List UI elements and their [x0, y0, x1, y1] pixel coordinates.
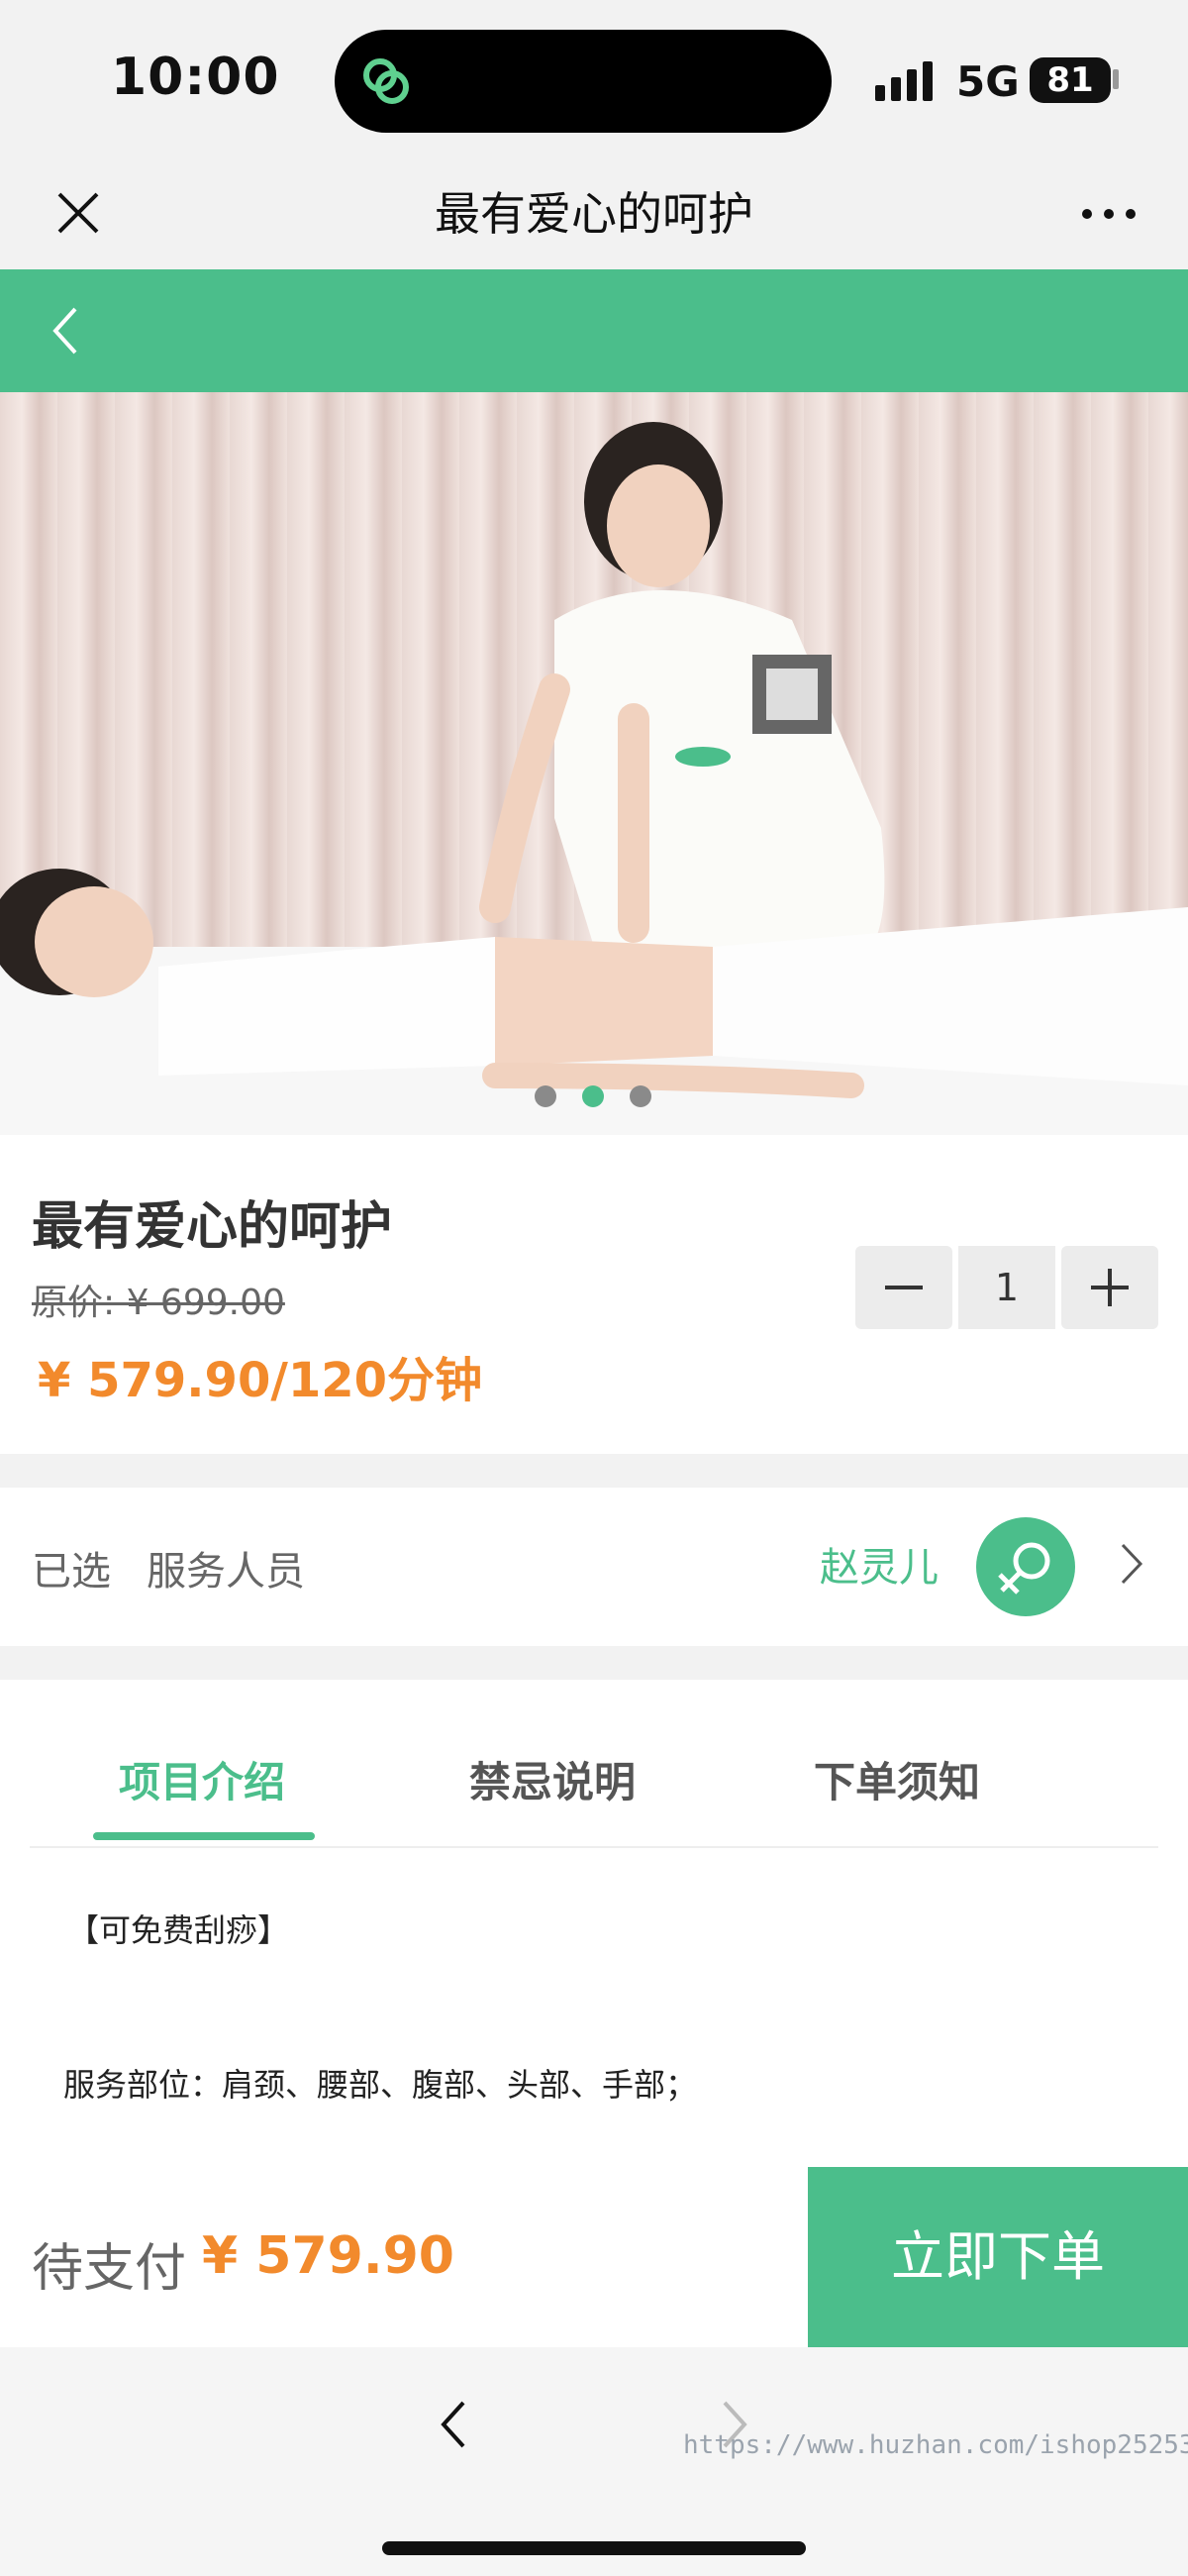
pay-label: 待支付: [32, 2239, 187, 2299]
product-banner[interactable]: [0, 392, 1188, 1135]
signal-icon: [875, 61, 933, 101]
chevron-left-icon[interactable]: [46, 303, 85, 359]
original-price: 原价: ¥ 699.00: [32, 1283, 285, 1323]
status-time: 10:00: [111, 48, 280, 107]
carousel-dot[interactable]: [630, 1085, 651, 1107]
quantity-value[interactable]: 1: [958, 1246, 1055, 1329]
browser-toolbar: https://www.huzhan.com/ishop25253: [0, 2347, 1188, 2576]
staff-label: 服务人员: [147, 1549, 305, 1595]
home-indicator[interactable]: [382, 2541, 806, 2555]
detail-section: 项目介绍 禁忌说明 下单须知 【可免费刮痧】 服务部位：肩颈、腰部、腹部、头部、…: [0, 1680, 1188, 2167]
status-bar: 10:00 5G 81: [0, 0, 1188, 158]
increase-button[interactable]: [1061, 1246, 1158, 1329]
product-info: 最有爱心的呵护 原价: ¥ 699.00 ¥ 579.90/120分钟 1: [0, 1135, 1188, 1454]
page-title: 最有爱心的呵护: [435, 187, 753, 241]
divider: [30, 1846, 1158, 1848]
avatar[interactable]: [976, 1517, 1075, 1616]
close-icon[interactable]: [53, 188, 103, 238]
carousel-dot-active[interactable]: [582, 1085, 604, 1107]
network-type: 5G: [956, 57, 1020, 106]
pay-amount: ¥ 579.90: [202, 2226, 454, 2286]
battery-level: 81: [1046, 60, 1094, 100]
minus-icon: [885, 1286, 923, 1289]
quantity-stepper: 1: [855, 1246, 1158, 1329]
chevron-right-icon[interactable]: [1117, 1539, 1146, 1589]
female-symbol-icon: [998, 1542, 1050, 1595]
dynamic-island: [335, 30, 832, 133]
tab-order-notice[interactable]: 下单须知: [814, 1749, 980, 1809]
sale-price: ¥ 579.90/120分钟: [38, 1353, 483, 1408]
order-now-button[interactable]: 立即下单: [808, 2167, 1188, 2347]
tab-contraindications[interactable]: 禁忌说明: [469, 1749, 636, 1809]
app-logo-icon: [363, 58, 409, 104]
decrease-button[interactable]: [855, 1246, 952, 1329]
tab-active-indicator: [93, 1832, 315, 1840]
carousel-dot[interactable]: [535, 1085, 556, 1107]
carousel-dots: [535, 1085, 653, 1109]
battery-icon: 81: [1030, 57, 1111, 103]
product-title: 最有爱心的呵护: [32, 1197, 393, 1257]
page-header: [0, 269, 1188, 392]
tab-project-intro[interactable]: 项目介绍: [119, 1749, 285, 1809]
wechat-nav-bar: 最有爱心的呵护: [0, 158, 1188, 269]
checkout-bar: 待支付 ¥ 579.90 立即下单: [0, 2167, 1188, 2347]
staff-name[interactable]: 赵灵儿: [820, 1535, 939, 1593]
content-text: 【可免费刮痧】: [67, 1911, 290, 1949]
browser-back-icon[interactable]: [436, 2397, 471, 2452]
selected-label: 已选: [32, 1549, 111, 1595]
content-text: 服务部位：肩颈、腰部、腹部、头部、手部；: [63, 2066, 698, 2104]
more-icon[interactable]: [1079, 204, 1138, 224]
watermark-url: https://www.huzhan.com/ishop25253: [683, 2430, 1188, 2460]
massage-photo: [0, 422, 1188, 1135]
staff-selection-row[interactable]: 已选 服务人员 赵灵儿: [0, 1488, 1188, 1646]
battery-cap: [1113, 69, 1119, 89]
plus-icon: [1091, 1269, 1129, 1306]
